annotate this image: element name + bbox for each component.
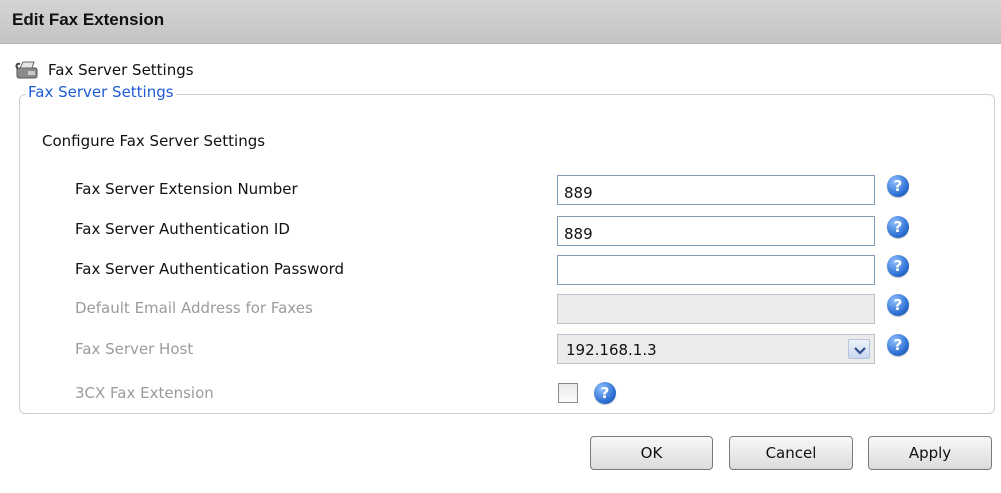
authentication-id-input[interactable] bbox=[557, 216, 875, 246]
default-email-label: Default Email Address for Faxes bbox=[75, 299, 313, 317]
help-icon[interactable]: ? bbox=[594, 382, 616, 404]
section-header: Fax Server Settings bbox=[14, 58, 194, 82]
authentication-password-label: Fax Server Authentication Password bbox=[75, 260, 344, 278]
dropdown-button[interactable] bbox=[848, 339, 870, 359]
cancel-button[interactable]: Cancel bbox=[729, 436, 853, 470]
chevron-down-icon bbox=[854, 347, 866, 355]
help-icon[interactable]: ? bbox=[887, 216, 909, 238]
group-title: Configure Fax Server Settings bbox=[42, 132, 266, 150]
help-icon[interactable]: ? bbox=[887, 175, 909, 197]
3cx-fax-extension-checkbox[interactable] bbox=[558, 383, 578, 403]
help-icon[interactable]: ? bbox=[887, 334, 909, 356]
authentication-id-label: Fax Server Authentication ID bbox=[75, 220, 290, 238]
default-email-input[interactable] bbox=[557, 294, 875, 324]
section-title: Fax Server Settings bbox=[48, 61, 194, 79]
fax-server-host-select[interactable]: 192.168.1.3 bbox=[557, 334, 875, 364]
title-bar: Edit Fax Extension bbox=[0, 0, 1001, 44]
help-icon[interactable]: ? bbox=[887, 294, 909, 316]
fieldset-legend: Fax Server Settings bbox=[26, 83, 176, 101]
extension-number-label: Fax Server Extension Number bbox=[75, 180, 298, 198]
ok-button[interactable]: OK bbox=[590, 436, 713, 470]
fax-icon bbox=[15, 61, 38, 79]
3cx-fax-extension-label: 3CX Fax Extension bbox=[75, 384, 214, 402]
fax-server-host-label: Fax Server Host bbox=[75, 340, 194, 358]
fax-server-host-value: 192.168.1.3 bbox=[566, 341, 657, 359]
extension-number-input[interactable] bbox=[557, 175, 875, 205]
authentication-password-input[interactable] bbox=[557, 255, 875, 285]
help-icon[interactable]: ? bbox=[887, 255, 909, 277]
apply-button[interactable]: Apply bbox=[868, 436, 992, 470]
dialog-title: Edit Fax Extension bbox=[12, 10, 165, 29]
